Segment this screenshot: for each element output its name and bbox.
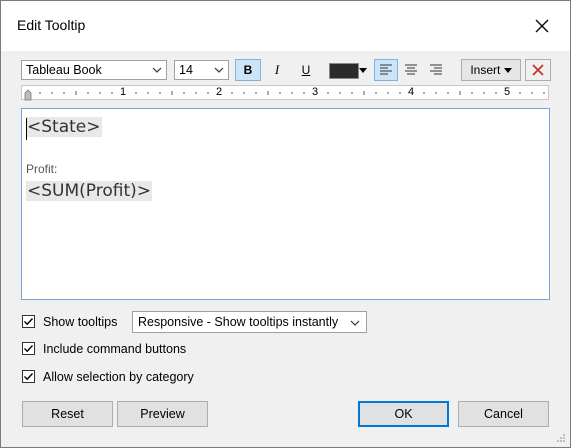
- font-size-value: 14: [179, 63, 193, 77]
- checkmark-icon: [24, 373, 34, 381]
- align-center-icon: [405, 64, 417, 75]
- font-family-dropdown[interactable]: Tableau Book: [21, 60, 167, 80]
- chevron-down-icon: [503, 68, 512, 73]
- allow-selection-checkbox[interactable]: [22, 370, 35, 383]
- show-tooltips-label: Show tooltips: [43, 315, 118, 329]
- title-bar: Edit Tooltip: [1, 1, 570, 51]
- ruler-mark: 2: [216, 86, 223, 98]
- include-command-buttons-checkbox[interactable]: [22, 342, 35, 355]
- ruler-mark: 4: [408, 86, 415, 98]
- bold-button[interactable]: B: [235, 59, 261, 81]
- sum-profit-field-token[interactable]: <SUM(Profit)>: [26, 181, 152, 201]
- allow-selection-label: Allow selection by category: [43, 370, 194, 384]
- italic-button[interactable]: I: [264, 59, 290, 81]
- ruler: 1 2 3 4 5: [21, 85, 549, 101]
- ok-button[interactable]: OK: [358, 401, 449, 427]
- close-button[interactable]: [532, 16, 552, 36]
- tooltip-mode-select[interactable]: Responsive - Show tooltips instantly: [132, 311, 367, 333]
- clear-button[interactable]: [525, 59, 551, 81]
- text-color-picker[interactable]: [325, 59, 369, 81]
- indent-marker[interactable]: [24, 89, 32, 101]
- include-command-buttons-label: Include command buttons: [43, 342, 187, 356]
- cancel-button[interactable]: Cancel: [458, 401, 549, 427]
- text-caret: [26, 118, 27, 140]
- font-family-value: Tableau Book: [26, 63, 102, 77]
- close-icon: [535, 19, 549, 33]
- checkmark-icon: [24, 345, 34, 353]
- align-left-icon: [380, 64, 392, 75]
- color-swatch: [329, 63, 359, 79]
- underline-button[interactable]: U: [293, 59, 319, 81]
- checkmark-icon: [24, 318, 34, 326]
- show-tooltips-checkbox[interactable]: [22, 315, 35, 328]
- insert-button[interactable]: Insert: [461, 59, 521, 81]
- chevron-down-icon: [152, 67, 162, 73]
- format-toolbar: Tableau Book 14 B I U Insert: [1, 51, 570, 87]
- align-right-icon: [430, 64, 442, 75]
- ruler-mark: 3: [312, 86, 319, 98]
- ruler-mark: 1: [120, 86, 127, 98]
- align-right-button[interactable]: [424, 59, 448, 81]
- state-field-token[interactable]: <State>: [26, 117, 102, 137]
- ruler-mark: 5: [504, 86, 511, 98]
- align-left-button[interactable]: [374, 59, 398, 81]
- font-size-dropdown[interactable]: 14: [174, 60, 229, 80]
- resize-grip-icon[interactable]: [554, 431, 566, 443]
- align-center-button[interactable]: [399, 59, 423, 81]
- clear-x-icon: [532, 64, 544, 76]
- chevron-down-icon: [214, 67, 224, 73]
- chevron-down-icon: [359, 68, 367, 73]
- dialog-title: Edit Tooltip: [17, 17, 86, 33]
- reset-button[interactable]: Reset: [22, 401, 113, 427]
- insert-label: Insert: [470, 63, 501, 77]
- tooltip-editor[interactable]: <State> Profit: <SUM(Profit)>: [21, 108, 550, 300]
- edit-tooltip-dialog: Edit Tooltip Tableau Book 14 B I U Inser…: [0, 0, 571, 448]
- tooltip-mode-value: Responsive - Show tooltips instantly: [138, 315, 339, 329]
- chevron-down-icon: [350, 320, 360, 326]
- profit-label: Profit:: [26, 162, 58, 176]
- preview-button[interactable]: Preview: [117, 401, 208, 427]
